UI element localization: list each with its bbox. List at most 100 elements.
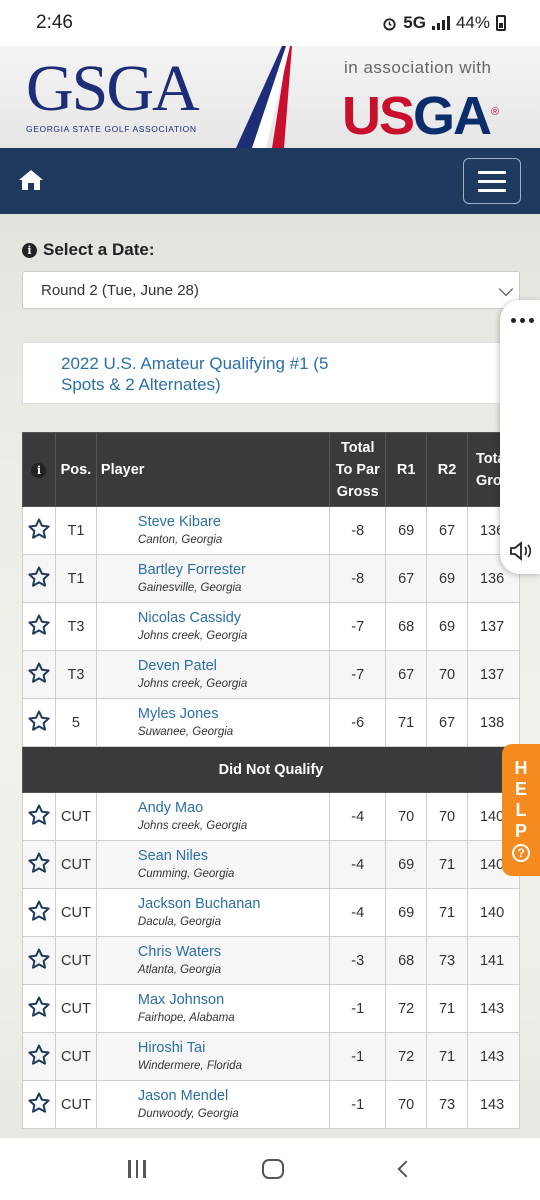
- player-name-link[interactable]: Sean Niles: [138, 847, 329, 865]
- table-row: CUT Jason Mendel Dunwoody, Georgia -1 70 73 14…: [22, 1080, 521, 1129]
- favorite-cell: [22, 650, 56, 699]
- recents-icon[interactable]: [128, 1160, 146, 1178]
- event-title-box[interactable]: 2022 U.S. Amateur Qualifying #1 (5 Spots…: [22, 342, 520, 404]
- header-to-par[interactable]: Total To Par Gross: [329, 432, 387, 507]
- info-icon: i: [31, 462, 47, 478]
- table-row: T1 Steve Kibare Canton, Georgia -8 69 67 136: [22, 506, 521, 555]
- total-cell: 143: [466, 1080, 521, 1129]
- more-dots-icon[interactable]: [511, 318, 534, 323]
- back-icon[interactable]: [397, 1160, 415, 1178]
- total-cell: 137: [466, 602, 521, 651]
- battery-icon: [496, 15, 506, 31]
- total-cell: 140: [466, 888, 521, 937]
- speaker-icon[interactable]: [509, 540, 533, 562]
- player-name-link[interactable]: Hiroshi Tai: [138, 1039, 329, 1057]
- star-outline-icon[interactable]: [27, 613, 51, 641]
- alarm-icon: [383, 17, 396, 31]
- player-name-link[interactable]: Jackson Buchanan: [138, 895, 329, 913]
- player-cell: Steve Kibare Canton, Georgia: [95, 506, 331, 555]
- date-select-dropdown[interactable]: Round 2 (Tue, June 28): [22, 271, 520, 309]
- player-location: Suwanee, Georgia: [137, 725, 234, 738]
- player-location: Windermere, Florida: [137, 1059, 242, 1072]
- total-value: 140: [479, 856, 505, 873]
- pos-cell: CUT: [54, 792, 97, 841]
- r1-cell: 72: [385, 1032, 428, 1081]
- date-selector-label: i Select a Date:: [22, 240, 155, 260]
- floating-side-panel[interactable]: [500, 300, 540, 574]
- total-value: 136: [479, 570, 505, 587]
- to-par-cell: -4: [329, 888, 387, 937]
- player-name-link[interactable]: Bartley Forrester: [138, 561, 329, 579]
- home-nav-icon[interactable]: [261, 1159, 284, 1179]
- header-info[interactable]: i: [22, 432, 56, 507]
- pos-cell: 5: [54, 698, 97, 747]
- r1-cell: 69: [385, 888, 428, 937]
- r1-cell: 68: [385, 936, 428, 985]
- total-cell: 143: [466, 984, 521, 1033]
- total-value: 137: [479, 666, 505, 683]
- star-outline-icon[interactable]: [27, 899, 51, 927]
- gsga-logo-subtitle: GEORGIA STATE GOLF ASSOCIATION: [26, 124, 197, 134]
- star-outline-icon[interactable]: [27, 1043, 51, 1071]
- r1-cell: 67: [385, 650, 428, 699]
- player-cell: Myles Jones Suwanee, Georgia: [95, 698, 331, 747]
- player-cell: Hiroshi Tai Windermere, Florida: [95, 1032, 331, 1081]
- r1-cell: 67: [385, 554, 428, 603]
- star-outline-icon[interactable]: [27, 947, 51, 975]
- r2-cell: 73: [426, 936, 468, 985]
- table-row: CUT Chris Waters Atlanta, Georgia -3 68 73 141: [22, 936, 521, 985]
- player-name-link[interactable]: Myles Jones: [138, 705, 329, 723]
- help-letter-h: H: [514, 758, 528, 778]
- star-outline-icon[interactable]: [27, 995, 51, 1023]
- star-outline-icon[interactable]: [27, 517, 51, 545]
- player-name-link[interactable]: Jason Mendel: [138, 1087, 329, 1105]
- star-outline-icon[interactable]: [27, 661, 51, 689]
- player-name-link[interactable]: Steve Kibare: [138, 513, 329, 531]
- status-indicators: 5G 44%: [382, 13, 506, 33]
- star-outline-icon[interactable]: [27, 1091, 51, 1119]
- favorite-cell: [22, 984, 56, 1033]
- player-cell: Deven Patel Johns creek, Georgia: [95, 650, 331, 699]
- home-icon[interactable]: [18, 168, 44, 192]
- total-value: 138: [479, 714, 505, 731]
- pos-cell: T3: [54, 650, 97, 699]
- table-row: CUT Hiroshi Tai Windermere, Florida -1 72 71 1…: [22, 1032, 521, 1081]
- star-outline-icon[interactable]: [27, 709, 51, 737]
- r2-cell: 69: [426, 602, 468, 651]
- favorite-cell: [22, 840, 56, 889]
- player-name-link[interactable]: Nicolas Cassidy: [138, 609, 329, 627]
- r1-cell: 68: [385, 602, 428, 651]
- pos-cell: CUT: [54, 936, 97, 985]
- hamburger-menu-icon[interactable]: [463, 158, 521, 204]
- system-nav-bar: [0, 1138, 540, 1200]
- info-icon: i: [22, 242, 37, 258]
- player-location: Cumming, Georgia: [137, 867, 235, 880]
- table-row: 5 Myles Jones Suwanee, Georgia -6 71 67 138: [22, 698, 521, 747]
- gsga-logo-text: GSGA: [26, 52, 200, 125]
- leaderboard-table: i Pos. Player Total To Par Gross R1 R2 T…: [22, 432, 521, 1129]
- help-tab[interactable]: H E L P ?: [502, 744, 540, 876]
- section-label: Did Not Qualify: [22, 746, 520, 793]
- total-value: 143: [479, 1000, 505, 1017]
- usga-logo-ga: GA: [413, 86, 492, 146]
- to-par-cell: -7: [329, 602, 387, 651]
- header-pos[interactable]: Pos.: [54, 432, 97, 507]
- r1-cell: 69: [385, 840, 428, 889]
- r2-cell: 67: [426, 698, 468, 747]
- player-name-link[interactable]: Chris Waters: [138, 943, 329, 961]
- header-r1[interactable]: R1: [385, 432, 428, 507]
- header-player[interactable]: Player: [95, 432, 331, 507]
- player-name-link[interactable]: Max Johnson: [138, 991, 329, 1009]
- star-outline-icon[interactable]: [27, 803, 51, 831]
- gsga-logo[interactable]: GSGA GEORGIA STATE GOLF ASSOCIATION: [26, 52, 200, 135]
- player-name-link[interactable]: Andy Mao: [138, 799, 329, 817]
- r2-cell: 67: [426, 506, 468, 555]
- usga-logo[interactable]: USGA®: [342, 82, 499, 146]
- player-name-link[interactable]: Deven Patel: [138, 657, 329, 675]
- header-r2[interactable]: R2: [426, 432, 468, 507]
- favorite-cell: [22, 554, 56, 603]
- header-to-par-l2: To Par: [335, 461, 380, 478]
- to-par-cell: -4: [329, 792, 387, 841]
- star-outline-icon[interactable]: [27, 565, 51, 593]
- star-outline-icon[interactable]: [27, 851, 51, 879]
